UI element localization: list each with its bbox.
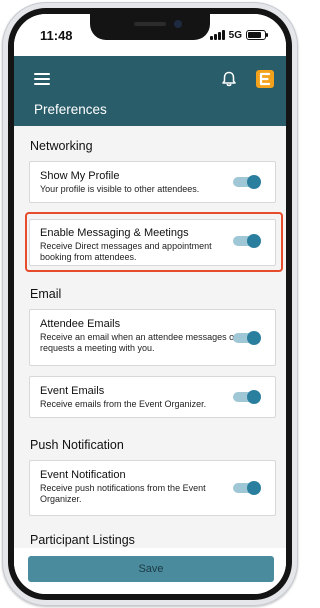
setting-description: Receive an email when an attendee messag…	[40, 332, 238, 353]
setting-title: Event Emails	[40, 385, 105, 397]
notch	[90, 14, 210, 40]
show-profile-toggle[interactable]	[233, 175, 261, 189]
setting-title: Attendee Emails	[40, 318, 121, 330]
section-title-participant-listings: Participant Listings	[30, 533, 135, 547]
preferences-content[interactable]: Networking Show My Profile Your profile …	[14, 126, 286, 566]
app-header: Preferences	[14, 56, 286, 126]
signal-icon	[209, 30, 225, 40]
save-button[interactable]: Save	[28, 556, 274, 582]
setting-card-show-profile: Show My Profile Your profile is visible …	[29, 161, 276, 203]
setting-title: Enable Messaging & Meetings	[40, 227, 189, 239]
section-title-email: Email	[30, 287, 62, 301]
setting-card-event-emails: Event Emails Receive emails from the Eve…	[29, 376, 276, 418]
event-notification-toggle[interactable]	[233, 481, 261, 495]
save-button-label: Save	[138, 563, 164, 575]
attendee-emails-toggle[interactable]	[233, 331, 261, 345]
event-logo-icon[interactable]	[256, 70, 274, 88]
status-time: 11:48	[40, 28, 73, 43]
setting-title: Show My Profile	[40, 170, 120, 182]
network-label: 5G	[228, 29, 242, 41]
toggle-knob	[247, 234, 261, 248]
toggle-knob	[247, 390, 261, 404]
toggle-knob	[247, 175, 261, 189]
setting-description: Receive push notifications from the Even…	[40, 483, 206, 504]
toggle-knob	[247, 481, 261, 495]
setting-description: Receive Direct messages and appointment …	[40, 241, 212, 262]
page-title: Preferences	[34, 102, 107, 117]
front-camera	[174, 20, 182, 28]
section-title-push: Push Notification	[30, 438, 124, 452]
status-icons: 5G	[209, 29, 268, 41]
logo-letter	[259, 72, 271, 86]
setting-card-messaging: Enable Messaging & Meetings Receive Dire…	[29, 219, 276, 266]
battery-fill	[248, 32, 261, 38]
setting-title: Event Notification	[40, 469, 126, 481]
setting-card-attendee-emails: Attendee Emails Receive an email when an…	[29, 309, 276, 366]
speaker	[134, 22, 166, 26]
messaging-toggle[interactable]	[233, 234, 261, 248]
setting-description: Your profile is visible to other attende…	[40, 184, 200, 194]
phone-frame: 11:48 5G Preferences Networking Show My …	[2, 2, 298, 606]
hamburger-menu-icon[interactable]	[34, 73, 50, 85]
toggle-knob	[247, 331, 261, 345]
section-title-networking: Networking	[30, 139, 93, 153]
bell-icon[interactable]	[220, 70, 238, 88]
setting-description: Receive emails from the Event Organizer.	[40, 399, 207, 409]
phone-screen: 11:48 5G Preferences Networking Show My …	[14, 14, 286, 594]
bottom-bar: Save	[14, 548, 286, 594]
phone-bezel: 11:48 5G Preferences Networking Show My …	[8, 8, 292, 600]
event-emails-toggle[interactable]	[233, 390, 261, 404]
battery-icon	[246, 30, 268, 40]
setting-card-event-notification: Event Notification Receive push notifica…	[29, 460, 276, 516]
